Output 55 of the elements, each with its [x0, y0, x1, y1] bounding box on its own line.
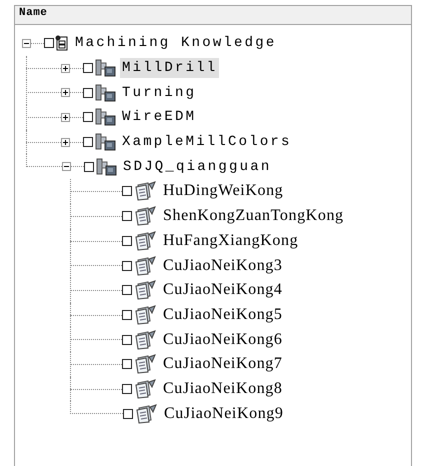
document-icon — [133, 206, 157, 226]
cabinet-icon — [94, 108, 116, 126]
tree-item[interactable]: CuJiaoNeiKong9 — [162, 402, 286, 425]
document-icon — [133, 280, 157, 300]
checkbox[interactable] — [44, 38, 54, 48]
document-icon — [133, 354, 157, 374]
tree-item[interactable]: CuJiaoNeiKong7 — [161, 353, 285, 376]
book-icon — [55, 35, 69, 52]
document-icon — [133, 378, 157, 399]
checkbox[interactable] — [122, 211, 132, 222]
column-header[interactable]: Name — [15, 6, 411, 25]
cabinet-icon — [94, 84, 116, 102]
checkbox[interactable] — [122, 260, 132, 271]
document-icon — [133, 330, 157, 350]
document-icon — [133, 181, 157, 202]
tree-item[interactable]: HuFangXiangKong — [161, 230, 300, 252]
cabinet-icon — [95, 158, 117, 176]
tree-item[interactable]: HuDingWeiKong — [161, 180, 286, 202]
checkbox[interactable] — [122, 334, 132, 345]
checkbox[interactable] — [122, 186, 132, 196]
tree-item[interactable]: ShenKongZuanTongKong — [161, 205, 346, 228]
tree-item[interactable]: WireEDM — [120, 107, 198, 128]
checkbox[interactable] — [122, 384, 132, 394]
checkbox[interactable] — [83, 88, 93, 98]
collapse-icon[interactable] — [62, 162, 71, 172]
tree-item[interactable]: XampleMillColors — [120, 132, 294, 152]
checkbox[interactable] — [84, 162, 94, 172]
checkbox[interactable] — [122, 359, 132, 370]
document-icon — [133, 304, 157, 325]
checkbox[interactable] — [83, 63, 93, 74]
tree-item[interactable]: CuJiaoNeiKong3 — [161, 254, 285, 277]
checkbox[interactable] — [122, 310, 132, 320]
expand-icon[interactable] — [61, 112, 70, 122]
tree-item[interactable]: CuJiaoNeiKong6 — [161, 328, 285, 351]
checkbox[interactable] — [123, 408, 133, 419]
document-icon — [133, 256, 157, 276]
checkbox[interactable] — [83, 137, 93, 148]
tree-item[interactable]: Machining Knowledge — [73, 33, 278, 54]
expand-icon[interactable] — [61, 88, 70, 98]
document-icon — [133, 230, 157, 251]
tree-item[interactable]: CuJiaoNeiKong4 — [161, 279, 285, 302]
checkbox[interactable] — [83, 112, 93, 122]
collapse-icon[interactable] — [22, 38, 31, 48]
cabinet-icon — [94, 59, 116, 78]
document-icon — [134, 404, 158, 424]
tree-item[interactable]: Turning — [120, 82, 198, 103]
tree-item[interactable]: CuJiaoNeiKong5 — [161, 304, 285, 326]
checkbox[interactable] — [122, 285, 132, 296]
tree-item[interactable]: MillDrill — [120, 58, 220, 78]
cabinet-icon — [94, 133, 116, 152]
tree-item[interactable]: CuJiaoNeiKong8 — [161, 378, 285, 400]
checkbox[interactable] — [122, 236, 132, 246]
expand-icon[interactable] — [61, 64, 70, 73]
expand-icon[interactable] — [61, 138, 70, 147]
tree-item[interactable]: SDJQ_qiangguan — [121, 156, 274, 177]
